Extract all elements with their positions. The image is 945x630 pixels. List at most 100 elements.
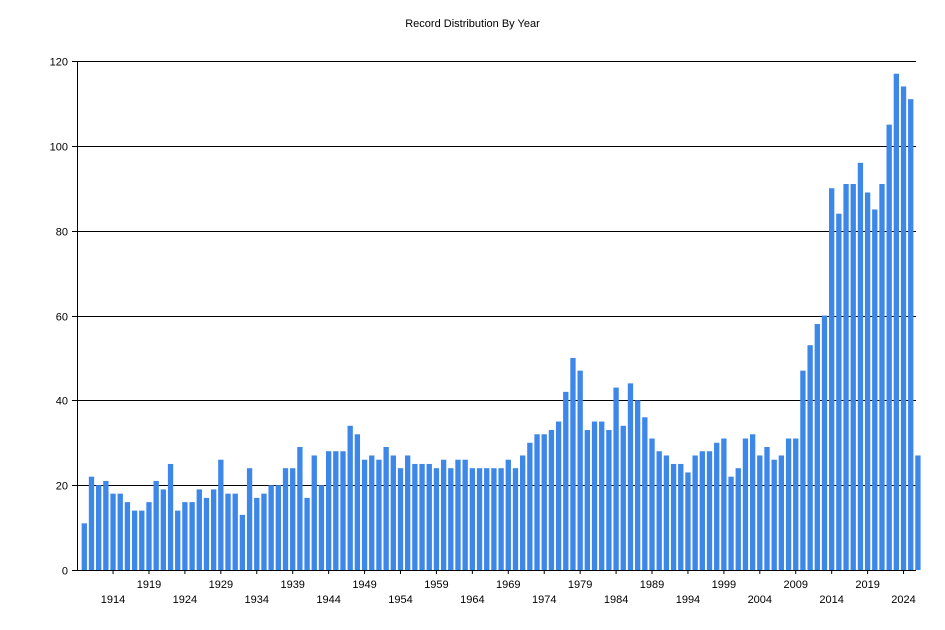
bar-2000 — [728, 476, 734, 570]
bar-1997 — [706, 451, 713, 570]
bar-chart: 0 20 40 60 80 100 120 1914 1919 1924 1929 1934 1939 1… — [50, 57, 921, 606]
bar-2002 — [742, 438, 749, 570]
y-tick-label: 60 — [56, 312, 68, 324]
x-tick-label: 2009 — [783, 579, 807, 591]
bar-1996 — [699, 451, 705, 570]
bar-1928 — [210, 489, 217, 570]
bar-1918 — [139, 510, 145, 570]
bar-1962 — [455, 459, 461, 570]
bar-1940 — [297, 446, 303, 570]
bar-2001 — [735, 468, 741, 570]
x-tick-label: 1959 — [424, 579, 448, 591]
bar-1916 — [124, 502, 131, 570]
bar-1981 — [591, 421, 598, 570]
bar-1957 — [419, 463, 425, 570]
bar-1999 — [721, 438, 727, 570]
bar-1992 — [670, 463, 677, 570]
x-tick-label: 1939 — [280, 579, 304, 591]
bar-1911 — [88, 476, 95, 570]
bar-1924 — [182, 502, 188, 570]
x-tick-label: 1999 — [712, 579, 736, 591]
bar-1910 — [81, 523, 87, 570]
bar-1923 — [175, 510, 181, 570]
bar-1945 — [333, 451, 339, 570]
bar-2016 — [843, 184, 849, 570]
bar-1921 — [160, 489, 167, 570]
bar-1977 — [563, 391, 569, 570]
bar-2015 — [836, 213, 842, 570]
bar-1972 — [527, 442, 533, 570]
bar-1956 — [412, 463, 418, 570]
bar-2003 — [749, 434, 756, 570]
bar-1961 — [448, 468, 454, 570]
bar-1952 — [383, 446, 389, 570]
bar-1994 — [685, 472, 691, 570]
bar-1964 — [469, 468, 476, 570]
bar-2004 — [757, 455, 763, 570]
bar-1966 — [484, 468, 490, 570]
bar-2017 — [850, 184, 856, 570]
bar-1988 — [642, 417, 648, 570]
bar-1983 — [606, 430, 612, 570]
bar-1958 — [426, 463, 432, 570]
bar-2023 — [893, 73, 900, 570]
bar-1954 — [397, 468, 404, 570]
x-tick-label: 1934 — [245, 594, 269, 606]
bar-1995 — [692, 455, 698, 570]
bar-1975 — [548, 430, 555, 570]
bar-2012 — [814, 323, 820, 570]
bar-1944 — [325, 451, 332, 570]
bar-1920 — [153, 480, 159, 570]
bar-1936 — [268, 485, 274, 570]
bar-1967 — [491, 468, 497, 570]
bar-1935 — [261, 493, 267, 570]
bar-1941 — [304, 497, 310, 570]
x-tick-label: 1979 — [568, 579, 592, 591]
x-tick-label: 1924 — [173, 594, 197, 606]
bar-1984 — [613, 387, 619, 570]
bar-1934 — [254, 497, 260, 570]
bar-2020 — [872, 209, 878, 570]
bar-1979 — [577, 370, 583, 570]
bar-1991 — [663, 455, 670, 570]
bar-1982 — [599, 421, 605, 570]
bar-1989 — [649, 438, 655, 570]
y-tick-label: 120 — [50, 57, 68, 69]
bar-undefined — [915, 455, 921, 570]
bar-1986 — [627, 383, 634, 570]
bar-2010 — [800, 370, 806, 570]
bar-1951 — [376, 459, 382, 570]
bar-2025 — [908, 99, 914, 571]
bar-1930 — [225, 493, 231, 570]
bar-1912 — [96, 485, 102, 570]
bar-1960 — [440, 459, 447, 570]
bar-series — [81, 73, 921, 571]
y-tick-label: 0 — [62, 566, 68, 578]
bar-1949 — [361, 459, 368, 570]
bar-1937 — [275, 485, 281, 570]
bar-1947 — [347, 425, 353, 570]
bar-2022 — [886, 124, 892, 571]
bar-1943 — [318, 485, 325, 570]
x-tick-label: 1919 — [137, 579, 161, 591]
y-tick-label: 80 — [56, 227, 68, 239]
bar-2005 — [764, 446, 770, 570]
x-tick-label: 1989 — [640, 579, 664, 591]
bar-1953 — [390, 455, 396, 570]
bar-1950 — [369, 455, 375, 570]
bar-1942 — [311, 455, 317, 570]
x-tick-label: 1984 — [604, 594, 628, 606]
bar-1933 — [246, 468, 253, 570]
bar-2021 — [879, 184, 885, 570]
bar-1948 — [354, 434, 361, 570]
grid-lines — [77, 61, 916, 486]
y-tick-label: 40 — [56, 396, 68, 408]
bar-1914 — [110, 493, 116, 570]
x-tick-label: 1974 — [532, 594, 556, 606]
bar-1915 — [117, 493, 123, 570]
bar-1993 — [678, 463, 684, 570]
y-tick-label: 100 — [50, 142, 68, 154]
bar-1927 — [203, 497, 210, 570]
bar-1929 — [218, 459, 224, 570]
bar-1932 — [239, 514, 246, 570]
